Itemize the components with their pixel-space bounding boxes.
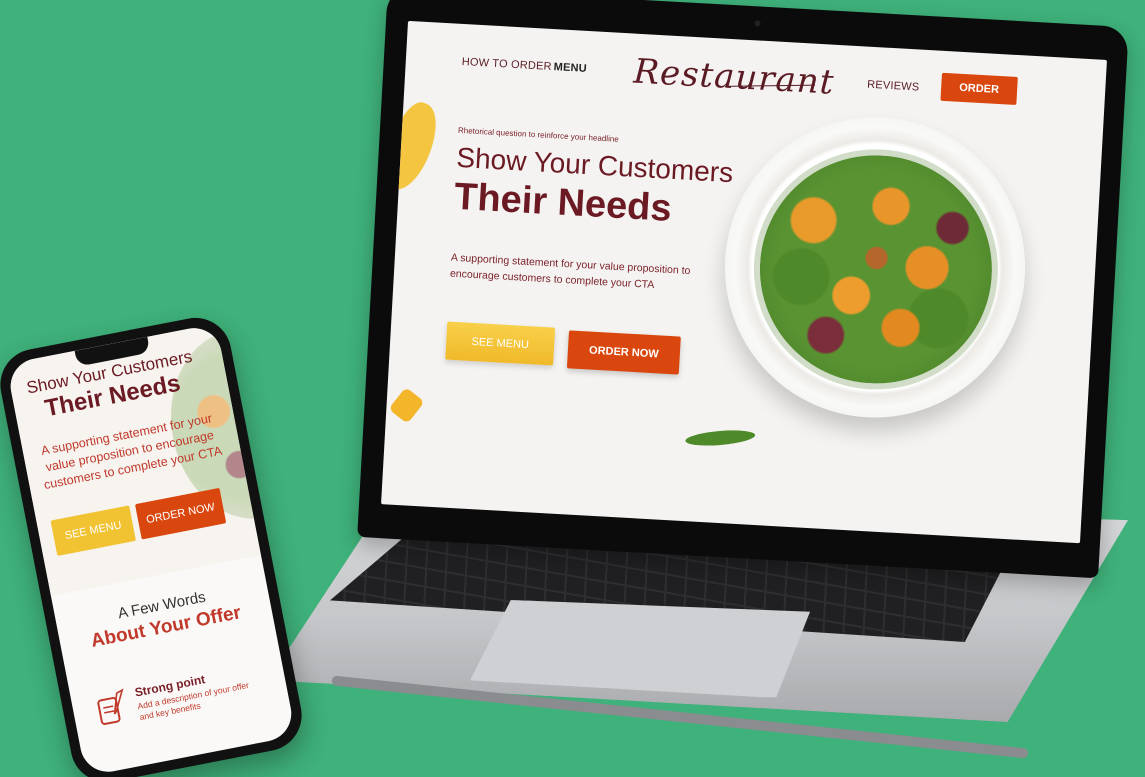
- hero-support-text: A supporting statement for your value pr…: [449, 251, 691, 292]
- hero-eyebrow: Rhetorical question to reinforce your he…: [457, 125, 620, 144]
- site-nav: HOW TO ORDER MENU Restaurant REVIEWS ORD…: [404, 21, 1107, 130]
- phone-screen: Show Your Customers Their Needs A suppor…: [5, 323, 297, 777]
- site-logo[interactable]: Restaurant: [632, 52, 835, 103]
- nav-menu[interactable]: MENU: [553, 61, 587, 75]
- laptop-lid: HOW TO ORDER MENU Restaurant REVIEWS ORD…: [357, 0, 1129, 579]
- arugula-leaf-image: [684, 428, 756, 448]
- scene: HOW TO ORDER MENU Restaurant REVIEWS ORD…: [0, 0, 1145, 777]
- scroll-quill-icon: [92, 688, 130, 729]
- nav-order-button[interactable]: ORDER: [940, 72, 1018, 105]
- laptop-screen: HOW TO ORDER MENU Restaurant REVIEWS ORD…: [381, 20, 1107, 544]
- decorative-yellow-shape: [381, 97, 448, 196]
- phone-device: Show Your Customers Their Needs A suppor…: [0, 311, 308, 777]
- laptop-camera: [754, 20, 761, 27]
- order-now-button[interactable]: ORDER NOW: [566, 330, 681, 375]
- nav-reviews[interactable]: REVIEWS: [867, 79, 920, 94]
- see-menu-button[interactable]: SEE MENU: [445, 321, 556, 366]
- decorative-yellow-shape-small: [388, 386, 425, 424]
- scroll-quill-icon-svg: [97, 688, 124, 725]
- nav-how-to-order[interactable]: HOW TO ORDER: [462, 56, 553, 73]
- laptop-trackpad: [470, 600, 810, 698]
